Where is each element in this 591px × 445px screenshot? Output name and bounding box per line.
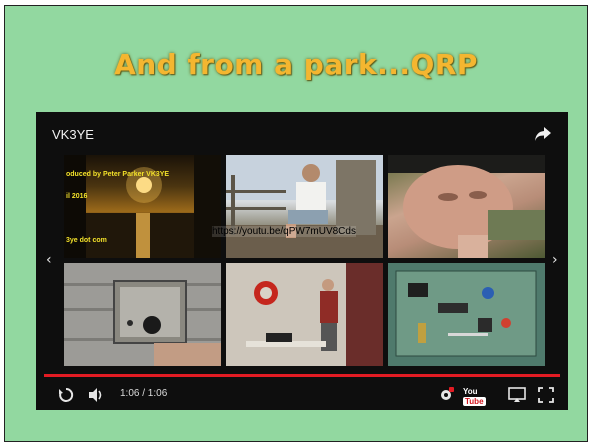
fullscreen-icon[interactable] [538, 387, 554, 403]
youtube-logo[interactable]: YouTube [463, 387, 499, 406]
volume-icon[interactable] [88, 387, 106, 403]
thumbnail-circuit[interactable] [388, 263, 545, 366]
video-player[interactable]: VK3YE oduced by Peter Parker VK3YE il 20… [36, 112, 568, 410]
share-icon[interactable] [534, 126, 552, 142]
video-credit-line1: oduced by Peter Parker VK3YE [66, 171, 170, 178]
thumbnail-closeup[interactable] [388, 155, 545, 258]
chevron-right-icon[interactable]: › [552, 252, 558, 268]
video-url[interactable]: https://youtu.be/qPW7mUV8Cds [212, 226, 356, 237]
slide: And from a park...QRP VK3YE oduced by Pe… [4, 5, 588, 442]
video-credit-line2: il 2016 [66, 193, 88, 200]
replay-icon[interactable] [58, 387, 74, 403]
time-display: 1:06 / 1:06 [120, 388, 168, 399]
thumbnail-radio-box[interactable] [64, 263, 221, 366]
radio-box-scene [64, 263, 221, 366]
thumbnail-deck[interactable] [226, 155, 383, 258]
chevron-left-icon[interactable]: ‹ [46, 252, 52, 268]
cast-icon[interactable] [508, 387, 526, 403]
video-credit-line3: 3ye dot com [66, 237, 107, 244]
thumbnail-sunset[interactable]: oduced by Peter Parker VK3YE il 2016 3ye… [64, 155, 221, 258]
slide-title: And from a park...QRP [114, 48, 478, 81]
youtube-logo-right: Tube [463, 396, 486, 406]
settings-icon[interactable] [438, 387, 454, 403]
player-controls: 1:06 / 1:06 YouTube [36, 380, 568, 410]
youtube-logo-left: You [463, 387, 478, 397]
circuit-scene [388, 263, 545, 366]
presenter-scene [226, 263, 383, 366]
progress-bar[interactable] [44, 374, 560, 377]
closeup-scene [388, 155, 545, 258]
channel-name[interactable]: VK3YE [52, 127, 94, 142]
thumbnail-presenter[interactable] [226, 263, 383, 366]
deck-scene [226, 155, 383, 258]
